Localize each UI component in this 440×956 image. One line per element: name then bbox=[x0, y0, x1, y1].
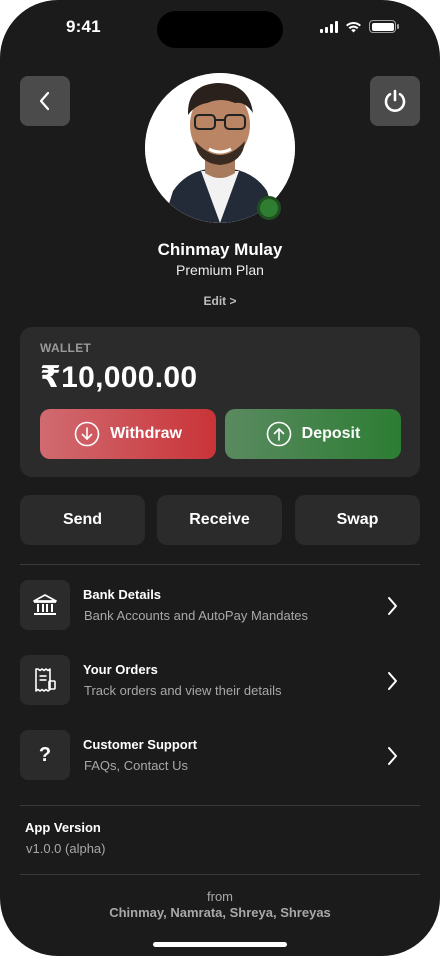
menu-item-your-orders[interactable]: Your Orders Track orders and view their … bbox=[20, 655, 420, 707]
status-time: 9:41 bbox=[66, 17, 101, 36]
home-indicator[interactable] bbox=[153, 942, 287, 947]
divider bbox=[20, 874, 420, 875]
wallet-balance: ₹10,000.00 bbox=[40, 361, 198, 394]
menu-item-title: Your Orders bbox=[83, 662, 158, 677]
menu-item-bank-details[interactable]: Bank Details Bank Accounts and AutoPay M… bbox=[20, 580, 420, 632]
profile-name: Chinmay Mulay bbox=[157, 240, 283, 259]
question-icon: ? bbox=[38, 743, 52, 766]
menu-item-customer-support[interactable]: ? Customer Support FAQs, Contact Us bbox=[20, 730, 420, 782]
app-version-label: App Version bbox=[25, 820, 101, 835]
app-version-value: v1.0.0 (alpha) bbox=[26, 841, 106, 856]
menu-icon-box bbox=[20, 655, 70, 705]
menu-item-subtitle: Bank Accounts and AutoPay Mandates bbox=[84, 608, 309, 623]
chevron-right-icon bbox=[388, 747, 397, 765]
wallet-label: WALLET bbox=[40, 341, 92, 355]
withdraw-label: Withdraw bbox=[110, 425, 182, 442]
menu-item-title: Customer Support bbox=[83, 737, 198, 752]
chevron-left-icon bbox=[39, 91, 50, 111]
orders-icon bbox=[35, 668, 56, 692]
footer-from: from bbox=[207, 889, 233, 904]
menu-icon-box bbox=[20, 580, 70, 630]
wifi-icon bbox=[346, 21, 361, 32]
edit-profile-link[interactable]: Edit > bbox=[0, 294, 440, 308]
deposit-label: Deposit bbox=[301, 425, 361, 442]
wallet-card: WALLET ₹10,000.00 Withdraw Deposit bbox=[20, 327, 420, 477]
arrow-down-circle-icon bbox=[74, 421, 100, 447]
menu-item-title: Bank Details bbox=[83, 587, 162, 602]
back-button[interactable] bbox=[20, 76, 70, 126]
divider bbox=[20, 805, 420, 806]
power-button[interactable] bbox=[370, 76, 420, 126]
dynamic-island bbox=[157, 11, 283, 48]
send-button[interactable]: Send bbox=[20, 495, 145, 545]
receive-button[interactable]: Receive bbox=[157, 495, 282, 545]
swap-button[interactable]: Swap bbox=[295, 495, 420, 545]
signal-icon bbox=[320, 20, 338, 33]
phone-screen: 9:41 Chinmay Mulay Premium Plan Edit > W… bbox=[0, 0, 440, 956]
menu-item-subtitle: Track orders and view their details bbox=[84, 683, 282, 698]
divider bbox=[20, 564, 420, 565]
battery-icon bbox=[369, 20, 399, 33]
status-bar: 9:41 bbox=[0, 0, 440, 60]
chevron-right-icon bbox=[388, 597, 397, 615]
arrow-up-circle-icon bbox=[266, 421, 291, 447]
profile-plan: Premium Plan bbox=[176, 262, 264, 278]
menu-item-subtitle: FAQs, Contact Us bbox=[84, 758, 189, 773]
bank-icon bbox=[33, 594, 57, 615]
footer-credits: Chinmay, Namrata, Shreya, Shreyas bbox=[109, 905, 331, 920]
status-icons bbox=[320, 20, 399, 33]
online-status-dot bbox=[257, 196, 281, 220]
chevron-right-icon bbox=[388, 672, 397, 690]
menu-icon-box: ? bbox=[20, 730, 70, 780]
power-icon bbox=[384, 89, 406, 112]
withdraw-button[interactable]: Withdraw bbox=[40, 409, 216, 459]
deposit-button[interactable]: Deposit bbox=[225, 409, 401, 459]
